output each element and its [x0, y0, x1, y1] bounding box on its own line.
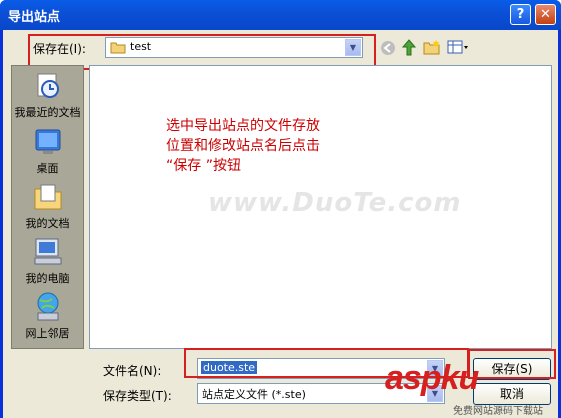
my-computer-icon — [34, 238, 61, 265]
place-recent[interactable]: 我最近的文档 — [12, 70, 83, 120]
annotation-line: “保存 ”按钮 — [166, 158, 241, 174]
place-desktop[interactable]: 桌面 — [12, 126, 83, 176]
help-button[interactable]: ? — [510, 4, 531, 25]
window-title: 导出站点 — [8, 10, 61, 25]
place-my-computer[interactable]: 我的电脑 — [12, 236, 83, 286]
place-my-documents[interactable]: 我的文档 — [12, 181, 83, 231]
aspku-logo: aspku — [385, 359, 479, 397]
place-recent-label: 我最近的文档 — [14, 106, 81, 119]
file-list[interactable]: 选中导出站点的文件存放 位置和修改站点名后点击 “保存 ”按钮 www.DuoT… — [89, 65, 552, 349]
filetype-value: 站点定义文件 (*.ste) — [202, 388, 306, 401]
tagline: 免费网站源码下载站 — [453, 406, 543, 417]
places-bar: 我最近的文档 桌面 我的文档 我的电脑 网上邻居 — [11, 65, 84, 349]
new-folder-icon[interactable] — [423, 39, 441, 55]
desktop-icon — [35, 129, 60, 154]
watermark: www.DuoTe.com — [208, 188, 462, 218]
place-network-label: 网上邻居 — [25, 327, 70, 340]
annotation-line: 选中导出站点的文件存放 — [166, 118, 320, 134]
my-documents-icon — [34, 184, 61, 210]
up-folder-icon[interactable] — [401, 39, 417, 56]
view-menu-icon[interactable] — [447, 39, 469, 55]
filename-label: 文件名(N): — [103, 364, 162, 378]
place-my-computer-label: 我的电脑 — [25, 272, 70, 285]
place-my-documents-label: 我的文档 — [25, 217, 70, 230]
place-desktop-label: 桌面 — [36, 162, 59, 175]
recent-documents-icon — [37, 73, 59, 98]
filetype-label: 保存类型(T): — [103, 389, 172, 403]
network-places-icon — [37, 292, 58, 321]
save-dialog: 导出站点 ? ✕ 保存在(I): test ▼ 我最近的文档 桌面 我的文档 我… — [0, 0, 561, 418]
annotation: 选中导出站点的文件存放 位置和修改站点名后点击 “保存 ”按钮 — [166, 116, 320, 176]
close-button[interactable]: ✕ — [535, 4, 556, 25]
title-bar: 导出站点 ? ✕ — [0, 0, 561, 30]
back-icon[interactable] — [380, 40, 396, 56]
place-network[interactable]: 网上邻居 — [12, 291, 83, 341]
highlight-save-button — [468, 349, 556, 379]
annotation-line: 位置和修改站点名后点击 — [166, 138, 320, 154]
dialog-body: 保存在(I): test ▼ 我最近的文档 桌面 我的文档 我的电脑 网上邻居 … — [3, 30, 558, 418]
